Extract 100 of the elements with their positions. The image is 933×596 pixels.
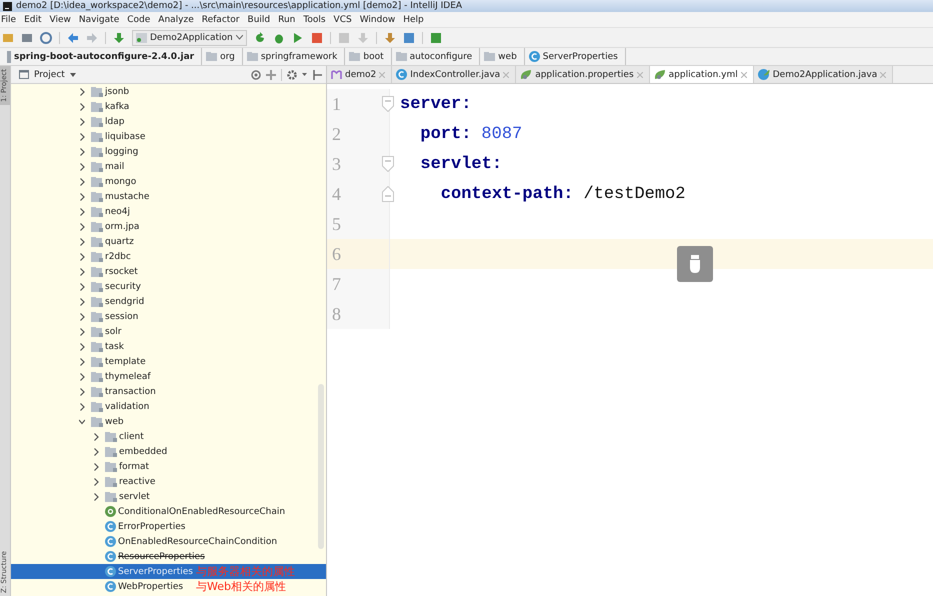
window-icon: [19, 70, 29, 79]
yaml-value: 8087: [481, 124, 522, 144]
tree-item-label: validation: [105, 402, 150, 412]
breadcrumb-item[interactable]: boot: [345, 48, 392, 65]
breadcrumb-item[interactable]: autoconfigure: [392, 48, 480, 65]
tree-item-label: web: [105, 416, 124, 426]
tree-row[interactable]: ServerProperties 与服务器相关的属性: [11, 564, 326, 579]
tree-row[interactable]: ldap: [11, 114, 326, 129]
line-number: 4: [331, 184, 341, 204]
editor-tab[interactable]: application.yml: [650, 66, 754, 83]
tree-row[interactable]: security: [11, 279, 326, 294]
tree-row[interactable]: r2dbc: [11, 249, 326, 264]
settings-icon[interactable]: [287, 70, 297, 80]
tree-row[interactable]: mustache: [11, 189, 326, 204]
breadcrumb-item[interactable]: org: [202, 48, 243, 65]
editor-tab[interactable]: IndexController.java: [392, 66, 516, 83]
tree-item-label: embedded: [119, 446, 168, 456]
menu-item[interactable]: Edit: [24, 14, 42, 24]
menu-item[interactable]: Code: [127, 14, 150, 24]
tree-row[interactable]: format: [11, 459, 326, 474]
caret-icon[interactable]: [302, 73, 307, 76]
tree-item-label: sendgrid: [105, 296, 144, 306]
tree-row[interactable]: neo4j: [11, 204, 326, 219]
tree-item-label: mustache: [105, 192, 150, 202]
tree-item-label: ConditionalOnEnabledResourceChain: [118, 506, 286, 516]
tree-row[interactable]: sendgrid: [11, 294, 326, 309]
class-icon: [396, 69, 408, 80]
menu-item[interactable]: Build: [248, 14, 270, 24]
class-icon: [105, 551, 116, 562]
tree-item-label: security: [105, 282, 141, 292]
tree-row[interactable]: ResourceProperties: [11, 549, 326, 564]
leaf-icon: [654, 69, 666, 80]
breadcrumb-item[interactable]: spring-boot-autoconfigure-2.4.0.jar: [3, 48, 202, 65]
menu-item[interactable]: Window: [360, 14, 396, 24]
yaml-value: /testDemo2: [583, 184, 686, 204]
tree-row[interactable]: quartz: [11, 234, 326, 249]
class-icon: [528, 51, 540, 62]
menu-item[interactable]: File: [1, 14, 16, 24]
caret-icon[interactable]: [70, 72, 76, 76]
tree-item-label: rsocket: [105, 266, 138, 276]
tree-row[interactable]: session: [11, 309, 326, 324]
tree-row[interactable]: liquibase: [11, 129, 326, 144]
tree-item-label: liquibase: [105, 132, 146, 142]
tree-row[interactable]: jsonb: [11, 84, 326, 99]
tree-row[interactable]: embedded: [11, 444, 326, 459]
tree-row[interactable]: ConditionalOnEnabledResourceChain: [11, 504, 326, 519]
menu-item[interactable]: Refactor: [202, 14, 240, 24]
menu-item[interactable]: Run: [278, 14, 296, 24]
tree-item-label: kafka: [105, 102, 130, 112]
tree-row[interactable]: mongo: [11, 174, 326, 189]
class-icon: [105, 566, 116, 577]
tree-row[interactable]: ErrorProperties: [11, 519, 326, 534]
tree-row[interactable]: mail: [11, 159, 326, 174]
plug-icon: [687, 254, 703, 274]
yaml-key: port:: [400, 124, 472, 144]
editor-tab[interactable]: application.properties: [516, 66, 650, 83]
tree-row[interactable]: orm.jpa: [11, 219, 326, 234]
breadcrumb-item[interactable]: springframework: [242, 48, 346, 65]
stop-icon[interactable]: [310, 32, 323, 44]
editor-tab[interactable]: Demo2Application.java: [754, 66, 894, 83]
tree-row[interactable]: task: [11, 339, 326, 354]
menu-item[interactable]: Help: [403, 14, 424, 24]
editor-tab[interactable]: demo2: [327, 66, 392, 83]
tree-row[interactable]: rsocket: [11, 264, 326, 279]
tree-row[interactable]: validation: [11, 399, 326, 414]
tree-row[interactable]: logging: [11, 144, 326, 159]
back-arrow-icon[interactable]: [67, 32, 79, 44]
menu-item[interactable]: Tools: [303, 14, 326, 24]
tree-row[interactable]: solr: [11, 324, 326, 339]
tree-row[interactable]: kafka: [11, 99, 326, 114]
menu-item[interactable]: VCS: [334, 14, 352, 24]
tree-row[interactable]: thymeleaf: [11, 369, 326, 384]
breadcrumb-item[interactable]: web: [480, 48, 525, 65]
rerun-icon[interactable]: [254, 32, 266, 44]
module-icon: [331, 70, 342, 79]
line-number: 7: [331, 274, 341, 294]
line-number: 1: [331, 94, 341, 114]
tree-row[interactable]: transaction: [11, 384, 326, 399]
yaml-key: server:: [400, 94, 472, 114]
scrollbar[interactable]: [318, 384, 324, 549]
target-icon[interactable]: [251, 70, 261, 80]
tree-row[interactable]: client: [11, 429, 326, 444]
tree-row[interactable]: OnEnabledResourceChainCondition: [11, 534, 326, 549]
tree-item-label: WebProperties: [118, 582, 184, 592]
menu-item[interactable]: Analyze: [158, 14, 194, 24]
breadcrumb-item[interactable]: ServerProperties: [524, 48, 626, 65]
tree-row[interactable]: web: [11, 414, 326, 429]
tree-item-label: ResourceProperties: [118, 552, 205, 562]
tree-item-label: OnEnabledResourceChainCondition: [118, 536, 278, 546]
run-configuration-dropdown[interactable]: Demo2Application: [132, 30, 247, 46]
tree-row[interactable]: template: [11, 354, 326, 369]
menu-item[interactable]: Navigate: [78, 14, 120, 24]
floating-button[interactable]: [677, 246, 713, 282]
tree-item-label: neo4j: [105, 206, 130, 216]
tree-row[interactable]: servlet: [11, 489, 326, 504]
tree-row[interactable]: reactive: [11, 474, 326, 489]
menu-item[interactable]: View: [50, 14, 71, 24]
tree-row[interactable]: WebProperties 与Web相关的属性: [11, 579, 326, 594]
panel-title[interactable]: Project: [34, 70, 65, 80]
tree-item-label: format: [119, 462, 150, 472]
